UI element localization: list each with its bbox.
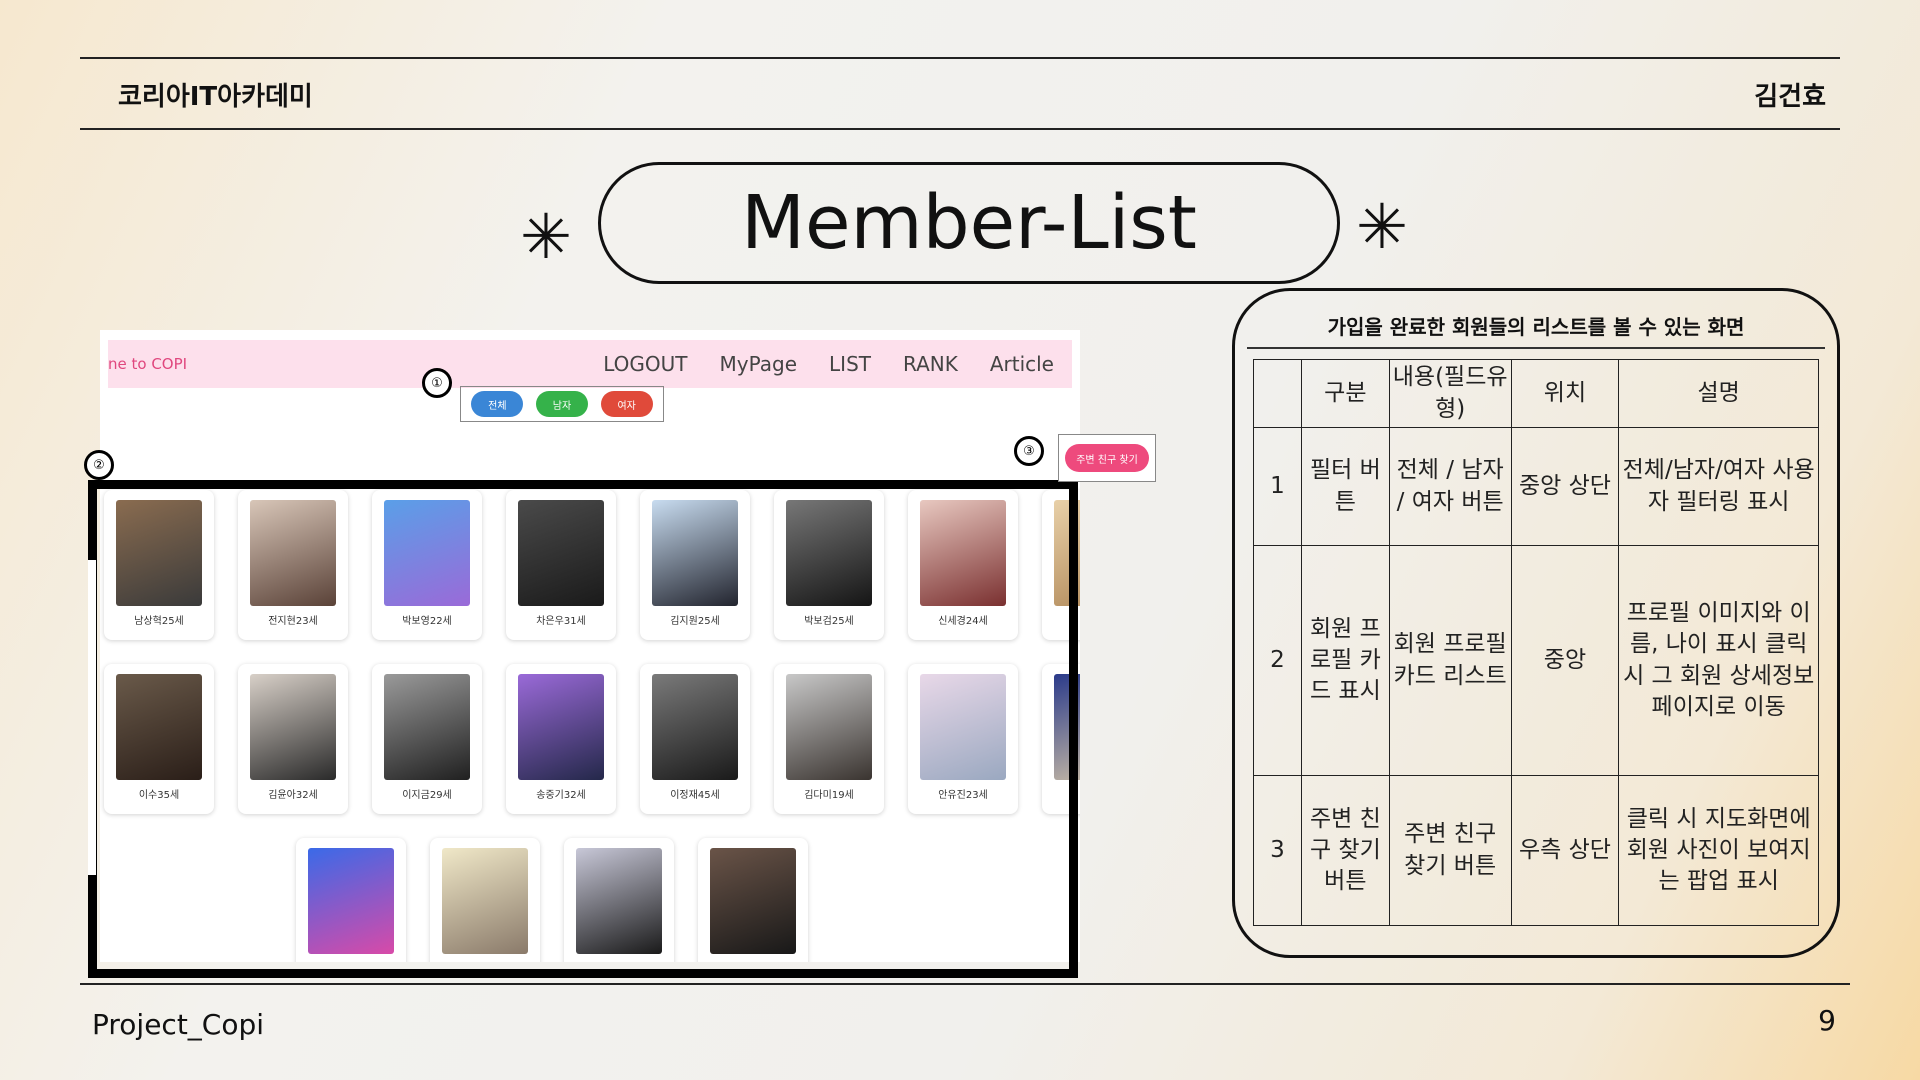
col-position-header: 위치 — [1510, 359, 1620, 428]
panel-caption: 가입을 완료한 회원들의 리스트를 볼 수 있는 화면 — [1327, 315, 1745, 339]
filter-female-button[interactable]: 여자 — [600, 391, 653, 417]
nav-list[interactable]: LIST — [829, 352, 871, 376]
col-content-header: 내용(필드유형) — [1388, 359, 1512, 428]
nav-article[interactable]: Article — [990, 352, 1054, 376]
header-bottom-rule — [80, 128, 1840, 130]
marker-1: ① — [422, 368, 452, 398]
cell-position: 중앙 — [1510, 545, 1620, 776]
nav-logout[interactable]: LOGOUT — [603, 352, 687, 376]
table-row: 2 회원 프로필 카드 표시 회원 프로필 카드 리스트 중앙 프로필 이미지와… — [1253, 545, 1819, 776]
nav-rank[interactable]: RANK — [903, 352, 958, 376]
org-name: 코리아IT아카데미 — [118, 82, 313, 112]
col-description-header: 설명 — [1618, 359, 1819, 428]
cell-position: 우측 상단 — [1510, 775, 1620, 926]
filter-button-group: 전체 남자 여자 — [460, 386, 664, 422]
page-title: Member-List — [598, 162, 1340, 284]
cell-content: 회원 프로필 카드 리스트 — [1388, 545, 1512, 776]
cell-description: 클릭 시 지도화면에 회원 사진이 보여지는 팝업 표시 — [1618, 775, 1819, 926]
cards-highlight-frame — [88, 480, 1078, 978]
nearby-button-frame: 주변 친구 찾기 — [1058, 434, 1156, 482]
sparkle-left-icon: ✳ — [520, 200, 572, 273]
cell-description: 프로필 이미지와 이름, 나이 표시 클릭 시 그 회원 상세정보 페이지로 이… — [1618, 545, 1819, 776]
marker-2: ② — [84, 450, 114, 480]
cell-no: 1 — [1253, 427, 1302, 546]
author-name: 김건효 — [1754, 82, 1826, 112]
sparkle-right-icon: ✳ — [1356, 190, 1408, 263]
footer-project: Project_Copi — [92, 1008, 265, 1041]
cell-description: 전체/남자/여자 사용자 필터링 표시 — [1618, 427, 1819, 546]
frame-gap — [88, 560, 96, 875]
cell-category: 회원 프로필 카드 표시 — [1300, 545, 1390, 776]
cell-content: 전체 / 남자 / 여자 버튼 — [1388, 427, 1512, 546]
col-category-header: 구분 — [1300, 359, 1390, 428]
cell-no: 3 — [1253, 775, 1302, 926]
header-top-rule — [80, 57, 1840, 59]
table-row: 1 필터 버튼 전체 / 남자 / 여자 버튼 중앙 상단 전체/남자/여자 사… — [1253, 427, 1819, 546]
col-no-header — [1253, 359, 1302, 428]
nearby-friends-button[interactable]: 주변 친구 찾기 — [1065, 444, 1149, 472]
cell-content: 주변 친구 찾기 버튼 — [1388, 775, 1512, 926]
marker-3: ③ — [1014, 436, 1044, 466]
navbar: ne to COPI LOGOUT MyPage LIST RANK Artic… — [108, 340, 1072, 388]
table-header-row: 구분 내용(필드유형) 위치 설명 — [1253, 359, 1819, 428]
cell-no: 2 — [1253, 545, 1302, 776]
page-number: 9 — [1818, 1004, 1836, 1037]
spec-table: 구분 내용(필드유형) 위치 설명 1 필터 버튼 전체 / 남자 / 여자 버… — [1253, 359, 1819, 926]
nav-mypage[interactable]: MyPage — [720, 352, 798, 376]
panel-rule — [1247, 347, 1825, 349]
filter-male-button[interactable]: 남자 — [535, 391, 588, 417]
cell-position: 중앙 상단 — [1510, 427, 1620, 546]
footer-rule — [80, 983, 1850, 985]
cell-category: 필터 버튼 — [1300, 427, 1390, 546]
nav-menu: LOGOUT MyPage LIST RANK Article — [603, 352, 1054, 376]
filter-all-button[interactable]: 전체 — [471, 391, 524, 417]
spec-panel: 가입을 완료한 회원들의 리스트를 볼 수 있는 화면 구분 내용(필드유형) … — [1232, 288, 1840, 958]
brand-link[interactable]: ne to COPI — [108, 355, 187, 373]
table-row: 3 주변 친구 찾기 버튼 주변 친구 찾기 버튼 우측 상단 클릭 시 지도화… — [1253, 775, 1819, 926]
cell-category: 주변 친구 찾기 버튼 — [1300, 775, 1390, 926]
